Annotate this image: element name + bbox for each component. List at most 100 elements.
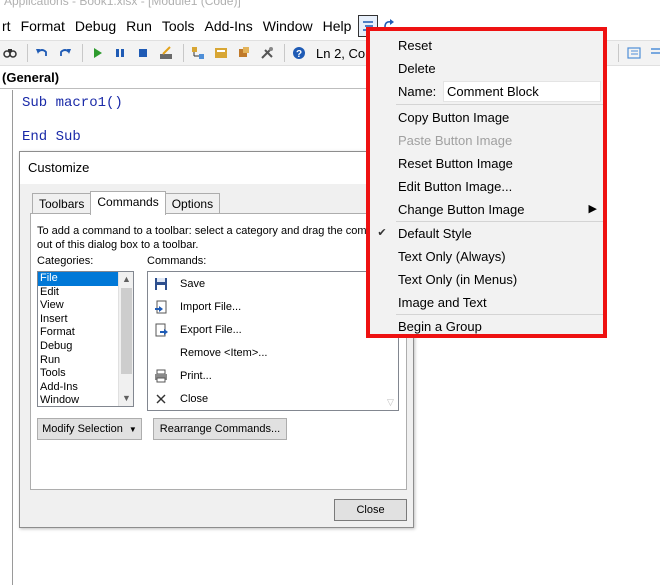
menu-item-edit-button-image[interactable]: Edit Button Image... [370,175,603,198]
rearrange-commands-button[interactable]: Rearrange Commands... [153,418,287,440]
window-title: Applications - Book1.xlsx - [Module1 (Co… [4,0,241,8]
command-label: Close [180,393,209,405]
code-line[interactable]: Sub macro1() [22,95,123,111]
category-item[interactable]: Run [38,354,118,368]
properties-icon[interactable] [211,43,231,63]
menu-item-change-button-image[interactable]: Change Button Image [370,198,603,221]
dropdown-arrow-icon: ▼ [128,425,137,434]
find-icon[interactable] [0,43,20,63]
menu-insert[interactable]: rt [0,12,16,40]
toolbox-icon[interactable] [257,43,277,63]
help-icon[interactable]: ? [289,43,309,63]
submenu-arrow-icon: ▶ [588,203,597,215]
toolbar-separator [82,44,83,62]
category-item[interactable]: Window [38,394,118,406]
scroll-down-icon[interactable]: ▽ [383,395,398,410]
export-file-icon [150,319,172,341]
modify-selection-button[interactable]: Modify Selection ▼ [37,418,142,440]
code-line[interactable]: End Sub [22,129,81,145]
command-item[interactable]: Remove <Item>... [148,342,383,364]
command-item[interactable]: Print... [148,365,383,387]
customize-dialog: Customize Toolbars Commands Options To a… [19,151,414,528]
command-item[interactable]: Export File... [148,319,383,341]
close-icon [150,388,172,410]
categories-list[interactable]: File Edit View Insert Format Debug Run T… [37,271,134,407]
cursor-position: Ln 2, Col [316,45,369,61]
menu-format[interactable]: Format [16,12,70,40]
project-explorer-icon[interactable] [188,43,208,63]
category-item[interactable]: Debug [38,340,118,354]
instructions-text: To add a command to a toolbar: select a … [37,224,377,252]
category-item[interactable]: Edit [38,286,118,300]
menu-separator [396,104,603,105]
menu-item-reset[interactable]: Reset [370,34,603,57]
command-item[interactable]: Close [148,388,383,410]
menu-window[interactable]: Window [258,12,318,40]
modify-selection-label: Modify Selection [42,423,123,435]
scroll-down-icon[interactable]: ▼ [119,391,133,406]
button-name-input[interactable]: Comment Block [443,81,601,102]
command-label: Remove <Item>... [180,347,268,359]
instructions-line: To add a command to a toolbar: select a … [37,225,367,237]
break-icon[interactable] [110,43,130,63]
tab-commands[interactable]: Commands [90,191,166,215]
menu-item-begin-group[interactable]: Begin a Group [370,315,603,338]
menu-item-image-and-text[interactable]: Image and Text [370,291,603,314]
dialog-tabs: Toolbars Commands Options [32,191,221,215]
menu-item-paste-button-image: Paste Button Image [398,133,513,148]
menu-item-default-style[interactable]: Default Style [370,222,603,245]
run-icon[interactable] [87,43,107,63]
print-icon [150,365,172,387]
reset-icon[interactable] [133,43,153,63]
outdent-icon[interactable] [646,43,660,63]
commands-panel: To add a command to a toolbar: select a … [30,213,407,490]
menu-item-text-only-menus[interactable]: Text Only (in Menus) [370,268,603,291]
commands-label: Commands: [147,255,207,267]
tab-toolbars[interactable]: Toolbars [32,193,92,215]
menu-item-delete[interactable]: Delete [370,57,603,80]
command-label: Import File... [180,301,242,313]
category-item[interactable]: Tools [38,367,118,381]
code-margin [12,90,13,585]
menu-help[interactable]: Help [318,12,357,40]
toolbar-separator [284,44,285,62]
command-item[interactable]: Save [148,273,383,295]
instructions-line: out of this dialog box to a toolbar. [37,239,199,251]
close-button[interactable]: Close [334,499,407,521]
blank-icon [150,342,172,364]
categories-label: Categories: [37,255,94,267]
tab-options[interactable]: Options [164,193,221,215]
menu-run[interactable]: Run [121,12,157,40]
toolbar-separator [27,44,28,62]
import-file-icon [150,296,172,318]
menu-item-text-only-always[interactable]: Text Only (Always) [370,245,603,268]
categories-scrollbar[interactable]: ▲ ▼ [118,272,133,406]
command-item[interactable]: Import File... [148,296,383,318]
design-mode-icon[interactable] [156,43,176,63]
menu-item-reset-button-image[interactable]: Reset Button Image [370,152,603,175]
object-browser-icon[interactable] [234,43,254,63]
scroll-up-icon[interactable]: ▲ [119,272,133,287]
category-item[interactable]: File [38,272,118,286]
svg-text:?: ? [296,49,302,60]
menu-item-copy-button-image[interactable]: Copy Button Image [370,106,603,129]
menu-debug[interactable]: Debug [70,12,121,40]
undo-icon[interactable] [32,43,52,63]
category-item[interactable]: Format [38,326,118,340]
menu-add-ins[interactable]: Add-Ins [200,12,258,40]
commands-list[interactable]: Save Import File... Export File... Remov… [147,271,399,411]
category-item[interactable]: Insert [38,313,118,327]
category-item[interactable]: Add-Ins [38,381,118,395]
menu-tools[interactable]: Tools [157,12,200,40]
redo-icon[interactable] [55,43,75,63]
command-label: Print... [180,370,212,382]
save-icon [150,273,172,295]
indent-icon[interactable] [624,43,644,63]
dialog-title: Customize [20,152,413,184]
command-label: Save [180,278,206,290]
object-combo[interactable]: (General) [0,67,372,89]
category-item[interactable]: View [38,299,118,313]
toolbar-separator [618,44,619,62]
scrollbar-thumb[interactable] [121,288,132,374]
command-label: Export File... [180,324,242,336]
